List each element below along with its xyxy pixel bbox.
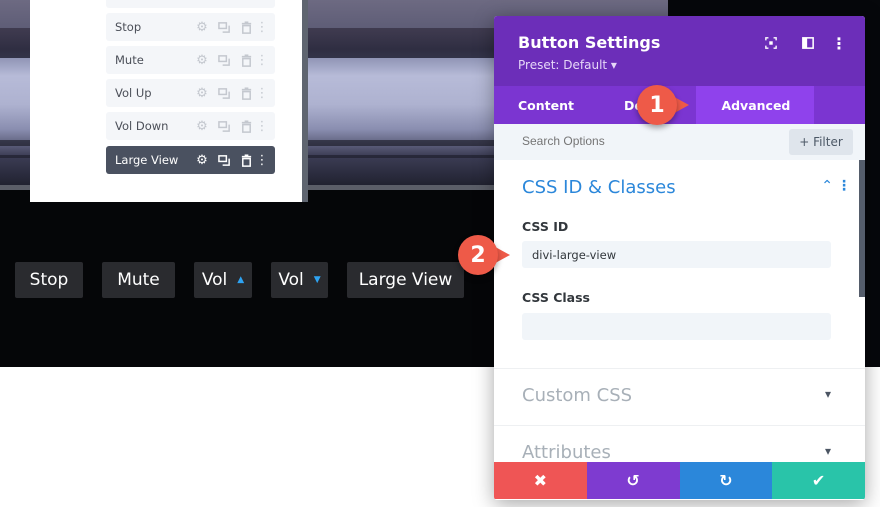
- button-label: Large View: [358, 270, 453, 290]
- trash-icon[interactable]: [235, 86, 257, 100]
- split-view-icon[interactable]: [799, 34, 817, 52]
- mute-button[interactable]: Mute: [102, 262, 175, 298]
- layer-item-stub: [106, 0, 275, 8]
- tab-content[interactable]: Content: [494, 86, 598, 124]
- caret-up-icon: ▲: [237, 275, 245, 285]
- layer-item-large-view[interactable]: Large View ⚙ ⋮: [106, 146, 275, 174]
- checkmark-icon: ✔: [811, 471, 826, 490]
- button-label: Stop: [29, 270, 69, 290]
- settings-body: CSS ID & Classes ⌃ ⋮ CSS ID CSS Class Cu…: [494, 160, 865, 462]
- save-button[interactable]: ✔: [772, 462, 865, 499]
- more-vertical-icon[interactable]: ⋮: [837, 178, 851, 194]
- more-vertical-icon[interactable]: ⋮: [256, 153, 269, 168]
- search-row: + Filter: [494, 124, 865, 160]
- modal-footer: ✖ ↺ ↻ ✔: [494, 462, 865, 499]
- gear-icon[interactable]: ⚙: [191, 153, 213, 168]
- redo-icon: ↻: [719, 471, 733, 490]
- section-custom-css[interactable]: Custom CSS ▾: [494, 368, 865, 425]
- layer-item-stop[interactable]: Stop ⚙ ⋮: [106, 13, 275, 41]
- layer-item-vol-up[interactable]: Vol Up ⚙ ⋮: [106, 79, 275, 107]
- more-vertical-icon[interactable]: ⋮: [256, 20, 269, 35]
- modal-title: Button Settings: [518, 33, 661, 52]
- css-class-input[interactable]: [522, 313, 831, 340]
- search-options-input[interactable]: [522, 134, 722, 148]
- fullscreen-icon[interactable]: [762, 34, 780, 52]
- gear-icon[interactable]: ⚙: [191, 53, 213, 68]
- trash-icon[interactable]: [235, 119, 257, 133]
- callout-2: 2: [458, 235, 510, 275]
- chevron-up-icon[interactable]: ⌃: [821, 178, 833, 194]
- layer-label: Mute: [115, 53, 144, 67]
- callout-number: 1: [637, 85, 677, 125]
- css-id-label: CSS ID: [522, 219, 569, 234]
- gear-icon[interactable]: ⚙: [191, 20, 213, 35]
- more-vertical-icon[interactable]: ⋮: [256, 119, 269, 134]
- layer-item-vol-down[interactable]: Vol Down ⚙ ⋮: [106, 112, 275, 140]
- gear-icon[interactable]: ⚙: [191, 119, 213, 134]
- css-class-label: CSS Class: [522, 290, 590, 305]
- preset-dropdown[interactable]: Preset: Default ▾: [518, 58, 617, 72]
- trash-icon[interactable]: [235, 153, 257, 167]
- undo-icon: ↺: [626, 471, 640, 490]
- gear-icon[interactable]: ⚙: [191, 86, 213, 101]
- chevron-down-icon: ▾: [824, 387, 831, 401]
- scrollbar[interactable]: [859, 160, 865, 297]
- layer-label: Large View: [115, 153, 179, 167]
- duplicate-icon[interactable]: [213, 153, 235, 167]
- layer-label: Vol Up: [115, 86, 152, 100]
- section-title-attributes: Attributes: [522, 442, 611, 462]
- chevron-down-icon: ▾: [824, 444, 831, 458]
- button-label: Vol: [201, 270, 228, 290]
- duplicate-icon[interactable]: [213, 86, 235, 100]
- section-title-custom-css: Custom CSS: [522, 385, 633, 406]
- button-label: Mute: [117, 270, 160, 290]
- duplicate-icon[interactable]: [213, 119, 235, 133]
- vol-up-button[interactable]: Vol ▲: [194, 262, 252, 298]
- vol-down-button[interactable]: Vol ▼: [271, 262, 328, 298]
- close-icon: ✖: [533, 471, 548, 490]
- callout-1: 1: [637, 85, 689, 125]
- layer-item-mute[interactable]: Mute ⚙ ⋮: [106, 46, 275, 74]
- more-vertical-icon[interactable]: ⋮: [256, 86, 269, 101]
- button-settings-modal: Button Settings Preset: Default ▾ ⋮ Cont…: [494, 16, 865, 500]
- duplicate-icon[interactable]: [213, 53, 235, 67]
- trash-icon[interactable]: [235, 20, 257, 34]
- trash-icon[interactable]: [235, 53, 257, 67]
- css-id-input[interactable]: [522, 241, 831, 268]
- layer-label: Vol Down: [115, 119, 169, 133]
- callout-number: 2: [458, 235, 498, 275]
- duplicate-icon[interactable]: [213, 20, 235, 34]
- discard-button[interactable]: ✖: [494, 462, 587, 499]
- caret-down-icon: ▼: [313, 275, 321, 285]
- layers-panel: Stop ⚙ ⋮ Mute ⚙ ⋮ Vol Up ⚙ ⋮ Vol Down ⚙ …: [30, 0, 308, 202]
- undo-button[interactable]: ↺: [586, 462, 680, 499]
- more-vertical-icon[interactable]: ⋮: [830, 34, 848, 53]
- filter-button[interactable]: + Filter: [789, 129, 853, 155]
- layer-label: Stop: [115, 20, 142, 34]
- modal-header: Button Settings Preset: Default ▾ ⋮: [494, 16, 865, 86]
- more-vertical-icon[interactable]: ⋮: [256, 53, 269, 68]
- stop-button[interactable]: Stop: [15, 262, 83, 298]
- section-attributes[interactable]: Attributes ▾: [494, 425, 865, 462]
- button-label: Vol: [278, 270, 304, 290]
- section-title-css-id-classes[interactable]: CSS ID & Classes: [522, 177, 676, 198]
- page: Stop ⚙ ⋮ Mute ⚙ ⋮ Vol Up ⚙ ⋮ Vol Down ⚙ …: [0, 0, 880, 507]
- large-view-button[interactable]: Large View: [347, 262, 464, 298]
- redo-button[interactable]: ↻: [679, 462, 773, 499]
- tab-advanced[interactable]: Advanced: [696, 86, 815, 124]
